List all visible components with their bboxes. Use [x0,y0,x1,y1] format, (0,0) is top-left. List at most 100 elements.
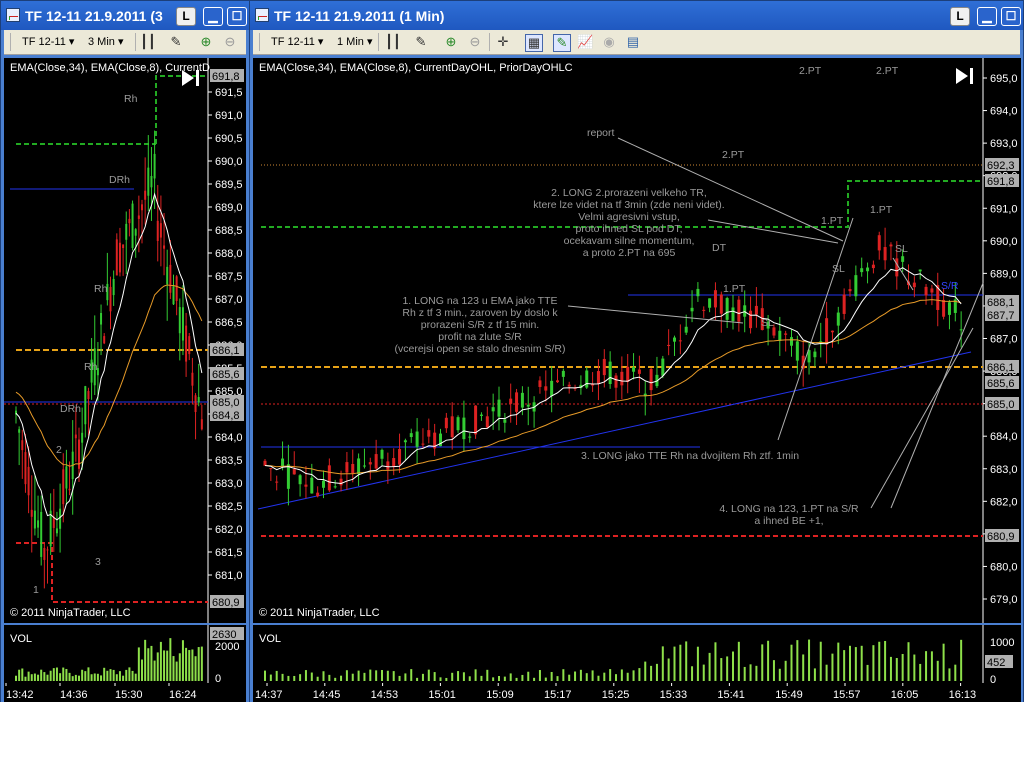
chart-trader-icon[interactable]: ▤ [625,34,641,50]
volume-bar [866,664,869,681]
candle-body [947,302,951,315]
right-price-pane[interactable]: 695,0694,0693,0692,0691,0690,0689,0688,0… [253,58,1021,623]
right-toolbar: TF 12-11 ▾ 1 Min ▾ ┃┃ ✎ ⊕ ⊖ ✛ ▦ ✎ 📈 ◉ ▤ [253,30,1020,55]
candle-body [310,477,314,494]
volume-bar [720,658,723,681]
candle-body [100,312,103,325]
price-tick-label: 682,0 [215,524,243,536]
properties-icon[interactable]: ✎ [553,34,571,52]
price-tick-label: 683,5 [215,455,243,467]
volume-bar [878,641,881,681]
volume-bar [954,664,957,681]
candle-body [197,397,200,403]
annotation-note1-line: prorazeni S/R z tf 15 min. [421,319,539,331]
price-tick-label: 684,0 [215,432,243,444]
annotation-note2-line: proto ihned SL pod DT, [575,223,682,235]
annotation-note1-line: 1. LONG na 123 u EMA jako TTE [402,295,557,307]
candle-body [178,307,181,334]
zoom-in-icon[interactable]: ⊕ [443,34,459,50]
bar-style-icon[interactable]: ┃┃ [385,34,401,50]
volume-bar [498,676,500,681]
zoom-in-icon[interactable]: ⊕ [198,34,214,50]
candle-body [84,386,87,425]
right-interval-dropdown[interactable]: 1 Min ▾ [337,35,373,48]
candle-body [409,433,413,438]
strategies-icon[interactable]: ◉ [601,34,617,50]
chart-annotation: 1 [33,584,39,596]
candle-body [103,336,106,344]
candle-body [24,452,27,485]
drawing-tool-icon[interactable]: ✎ [413,34,429,50]
volume-bar [492,677,495,681]
volume-bar [626,672,629,681]
indicators-icon[interactable]: 📈 [577,34,593,50]
right-titlebar[interactable]: TF 12-11 21.9.2011 (1 Min) L ▁ ☐ [250,1,1023,30]
candle-body [137,215,140,219]
candle-body [74,434,77,439]
left-titlebar[interactable]: TF 12-11 21.9.2011 (3 L ▁ ☐ [1,1,249,30]
volume-bar [638,668,641,681]
volume-bar [322,671,325,681]
volume-bar [175,661,178,681]
candle-body [866,267,870,272]
candle-body [128,218,131,224]
left-minimize-button[interactable]: ▁ [203,7,223,26]
vol-tag-label: 452 [987,657,1005,669]
candle-body [156,220,159,241]
candle-body [46,549,49,551]
volume-bar [109,669,112,681]
price-tick-label: 687,0 [990,334,1018,346]
price-tag-label: 685,6 [987,378,1015,390]
bar-style-icon[interactable]: ┃┃ [140,34,156,50]
volume-bar [837,642,840,681]
candle-body [719,294,723,314]
right-indicator-l-button[interactable]: L [950,7,970,26]
right-maximize-button[interactable]: ☐ [1001,7,1021,26]
vol-tag-label: 2630 [212,629,236,641]
left-maximize-button[interactable]: ☐ [227,7,247,26]
annotation-pointer [567,305,744,324]
volume-bar [351,673,354,681]
right-volume-pane[interactable]: 10005000452 VOL [253,625,1021,683]
data-box-icon[interactable]: ▦ [525,34,543,52]
price-tick-label: 683,0 [990,464,1018,476]
candle-body [450,416,454,438]
left-vol-label: VOL [10,633,33,645]
candle-body [185,325,188,362]
candle-body [515,392,519,412]
left-volume-pane[interactable]: 2000 0 2630 VOL [4,625,246,683]
zoom-out-icon[interactable]: ⊖ [467,34,483,50]
candle-body [21,440,24,451]
volume-bar [125,669,128,681]
volume-bar [445,677,448,681]
candle-body [696,288,700,297]
candle-body [626,366,630,382]
annotation-pointer [777,217,854,441]
left-indicator-l-button[interactable]: L [176,7,196,26]
candle-body [661,358,665,376]
volume-bar [585,673,588,681]
volume-bar [310,672,313,681]
volume-bar [521,674,524,681]
candle-body [194,395,197,413]
price-tag-label: 691,8 [212,71,240,83]
zoom-out-icon[interactable]: ⊖ [222,34,238,50]
right-instrument-dropdown[interactable]: TF 12-11 ▾ [271,35,323,48]
volume-bar [345,670,348,681]
price-tick-label: 689,5 [215,179,243,191]
candle-body [895,258,899,277]
left-chart-window: TF 12-11 21.9.2011 (3 L ▁ ☐ TF 12-11 ▾ 3… [0,0,250,706]
volume-bar [87,667,90,681]
volume-bar [264,670,266,681]
left-price-pane[interactable]: 691,5 691,0 690,5 690,0 689,5 689,0 688,5 688,0… [4,58,246,623]
price-tag-label: 685,6 [212,369,240,381]
left-instrument-dropdown[interactable]: TF 12-11 ▾ [22,35,74,48]
right-minimize-button[interactable]: ▁ [977,7,997,26]
crosshair-icon[interactable]: ✛ [495,34,511,50]
left-interval-dropdown[interactable]: 3 Min ▾ [88,35,124,48]
candle-body [444,417,448,429]
volume-bar [474,669,477,681]
drawing-tool-icon[interactable]: ✎ [168,34,184,50]
scroll-end-icon [956,68,968,84]
candle-body [398,448,402,465]
